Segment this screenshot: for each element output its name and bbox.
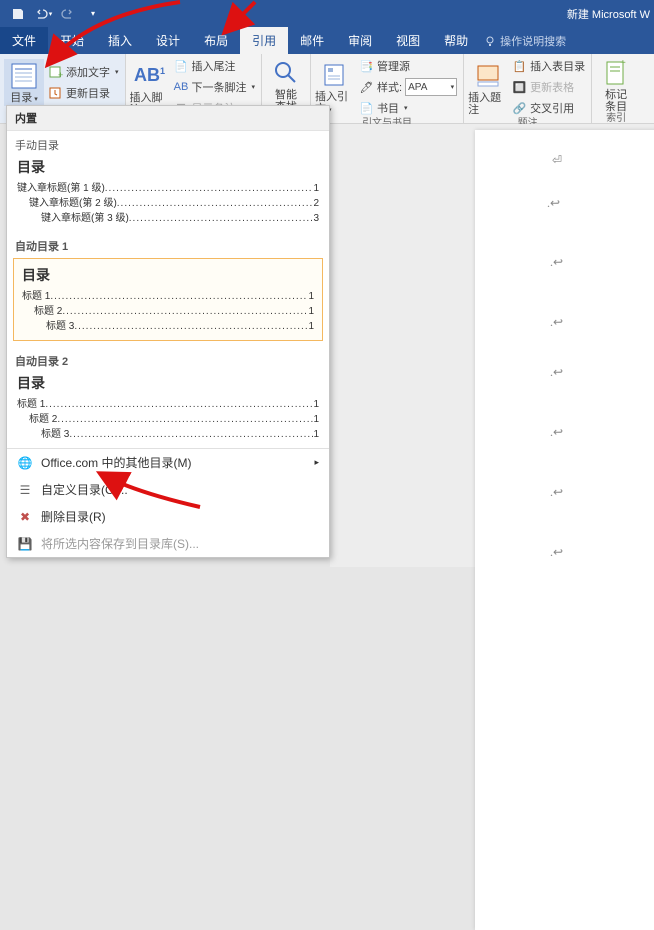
- mark-entry-icon: +: [600, 58, 632, 88]
- toc-preview-line: 键入章标题(第 1 级)............................…: [17, 181, 319, 196]
- bibliography-button[interactable]: 📄书目▾: [357, 98, 459, 118]
- ribbon-group-captions: 插入题注 📋插入表目录 🔲更新表格 🔗交叉引用 题注: [464, 54, 592, 123]
- title-bar: ▾ ▾ 新建 Microsoft W: [0, 0, 654, 27]
- toc-preview-title: 目录: [17, 157, 319, 177]
- manage-sources-button[interactable]: 📑管理源: [357, 56, 459, 76]
- tab-design[interactable]: 设计: [144, 27, 192, 54]
- undo-icon[interactable]: ▾: [31, 3, 55, 25]
- toc-preview-title: 目录: [22, 265, 314, 285]
- toc-template-auto2-title: 自动目录 2: [7, 347, 329, 371]
- toc-preview-line: 标题 2....................................…: [17, 412, 319, 427]
- qat-customize-icon[interactable]: ▾: [81, 3, 105, 25]
- window-title: 新建 Microsoft W: [567, 6, 650, 22]
- paragraph-mark-icon: .↩: [550, 255, 563, 270]
- paragraph-mark-icon: .↩: [550, 365, 563, 380]
- toc-preview-line: 键入章标题(第 2 级)............................…: [17, 196, 319, 211]
- tab-references[interactable]: 引用: [240, 27, 288, 54]
- toc-template-auto2[interactable]: 目录 标题 1.................................…: [7, 371, 329, 448]
- toc-preview-line: 键入章标题(第 3 级)............................…: [17, 211, 319, 226]
- ribbon-group-citations: 插入引文▾ 📑管理源 🖊样式: APA▾ 📄书目▾ 引文与书目: [311, 54, 464, 123]
- toc-template-auto1[interactable]: 目录 标题 1.................................…: [13, 258, 323, 341]
- tab-home[interactable]: 开始: [48, 27, 96, 54]
- toc-preview-line: 标题 1....................................…: [22, 289, 314, 304]
- citation-style-select[interactable]: 🖊样式: APA▾: [357, 77, 459, 97]
- ribbon-group-index: + 标记 条目 索引: [592, 54, 640, 123]
- add-text-button[interactable]: +添加文字▾: [46, 62, 121, 82]
- save-icon[interactable]: [6, 3, 30, 25]
- tof-icon: 📋: [512, 59, 527, 74]
- toc-category-builtin: 内置: [7, 106, 329, 131]
- manage-sources-icon: 📑: [359, 59, 374, 74]
- tab-view[interactable]: 视图: [384, 27, 432, 54]
- toc-button-label: 目录▾: [10, 92, 38, 106]
- toc-button[interactable]: 目录▾: [4, 59, 44, 106]
- style-icon: 🖊: [359, 80, 374, 95]
- update-toc-button[interactable]: 更新目录: [46, 83, 121, 103]
- insert-table-figures-button[interactable]: 📋插入表目录: [510, 56, 587, 76]
- next-footnote-button[interactable]: AB下一条脚注▾: [172, 77, 258, 97]
- endnote-icon: 📄: [174, 59, 189, 74]
- toc-template-auto1-title: 自动目录 1: [7, 232, 329, 256]
- tab-layout[interactable]: 布局: [192, 27, 240, 54]
- tell-me-search[interactable]: 操作说明搜索: [484, 27, 566, 54]
- toc-dropdown: 内置 手动目录 目录 键入章标题(第 1 级).................…: [6, 105, 330, 558]
- remove-toc[interactable]: ✖删除目录(R): [7, 503, 329, 530]
- custom-toc-icon: ☰: [17, 482, 33, 498]
- cross-reference-button[interactable]: 🔗交叉引用: [510, 98, 587, 118]
- tab-mailings[interactable]: 邮件: [288, 27, 336, 54]
- tab-review[interactable]: 审阅: [336, 27, 384, 54]
- footnote-icon: AB1: [134, 61, 166, 91]
- page[interactable]: ⏎ .↩ .↩ .↩ .↩ .↩ .↩ .↩: [475, 130, 654, 930]
- update-icon: [48, 86, 63, 101]
- menu-bar: 文件 开始 插入 设计 布局 引用 邮件 审阅 视图 帮助 操作说明搜索: [0, 27, 654, 54]
- toc-preview-line: 标题 2....................................…: [22, 304, 314, 319]
- custom-toc[interactable]: ☰自定义目录(C)...: [7, 476, 329, 503]
- tab-help[interactable]: 帮助: [432, 27, 480, 54]
- update-table-button[interactable]: 🔲更新表格: [510, 77, 587, 97]
- caption-icon: [472, 61, 504, 91]
- redo-icon[interactable]: [56, 3, 80, 25]
- smart-lookup-icon: [270, 58, 302, 88]
- lightbulb-icon: [484, 35, 496, 47]
- save-to-gallery: 💾将所选内容保存到目录库(S)...: [7, 530, 329, 557]
- save-gallery-icon: 💾: [17, 536, 33, 552]
- citation-icon: [319, 60, 351, 90]
- quick-access-toolbar: ▾ ▾: [6, 3, 105, 25]
- toc-icon: [8, 61, 40, 91]
- toc-preview-line: 标题 1....................................…: [17, 397, 319, 412]
- bibliography-icon: 📄: [359, 101, 374, 116]
- toc-preview-title: 目录: [17, 373, 319, 393]
- toc-preview-line: 标题 3....................................…: [22, 319, 314, 334]
- toc-template-manual[interactable]: 目录 键入章标题(第 1 级).........................…: [7, 155, 329, 232]
- tab-insert[interactable]: 插入: [96, 27, 144, 54]
- mark-entry-button[interactable]: + 标记 条目: [596, 56, 636, 113]
- document-canvas[interactable]: ⏎ .↩ .↩ .↩ .↩ .↩ .↩ .↩: [330, 124, 654, 567]
- next-footnote-icon: AB: [174, 80, 189, 95]
- tab-file[interactable]: 文件: [0, 27, 48, 54]
- office-icon: 🌐: [17, 455, 33, 471]
- svg-text:+: +: [620, 60, 626, 69]
- paragraph-mark-icon: .↩: [550, 545, 563, 560]
- svg-text:+: +: [58, 70, 63, 79]
- tell-me-label: 操作说明搜索: [500, 33, 566, 49]
- paragraph-mark-icon: .↩: [550, 425, 563, 440]
- remove-icon: ✖: [17, 509, 33, 525]
- toc-preview-line: 标题 3....................................…: [17, 427, 319, 442]
- insert-caption-button[interactable]: 插入题注: [468, 59, 508, 116]
- crossref-icon: 🔗: [512, 101, 527, 116]
- more-office-toc[interactable]: 🌐Office.com 中的其他目录(M)▸: [7, 449, 329, 476]
- paragraph-mark-icon: .↩: [547, 196, 560, 211]
- paragraph-mark-icon: .↩: [550, 315, 563, 330]
- update-table-icon: 🔲: [512, 80, 527, 95]
- paragraph-mark-icon: ⏎: [552, 153, 562, 168]
- toc-template-manual-title: 手动目录: [7, 131, 329, 155]
- insert-endnote-button[interactable]: 📄插入尾注: [172, 56, 258, 76]
- add-text-icon: +: [48, 65, 63, 80]
- paragraph-mark-icon: .↩: [550, 485, 563, 500]
